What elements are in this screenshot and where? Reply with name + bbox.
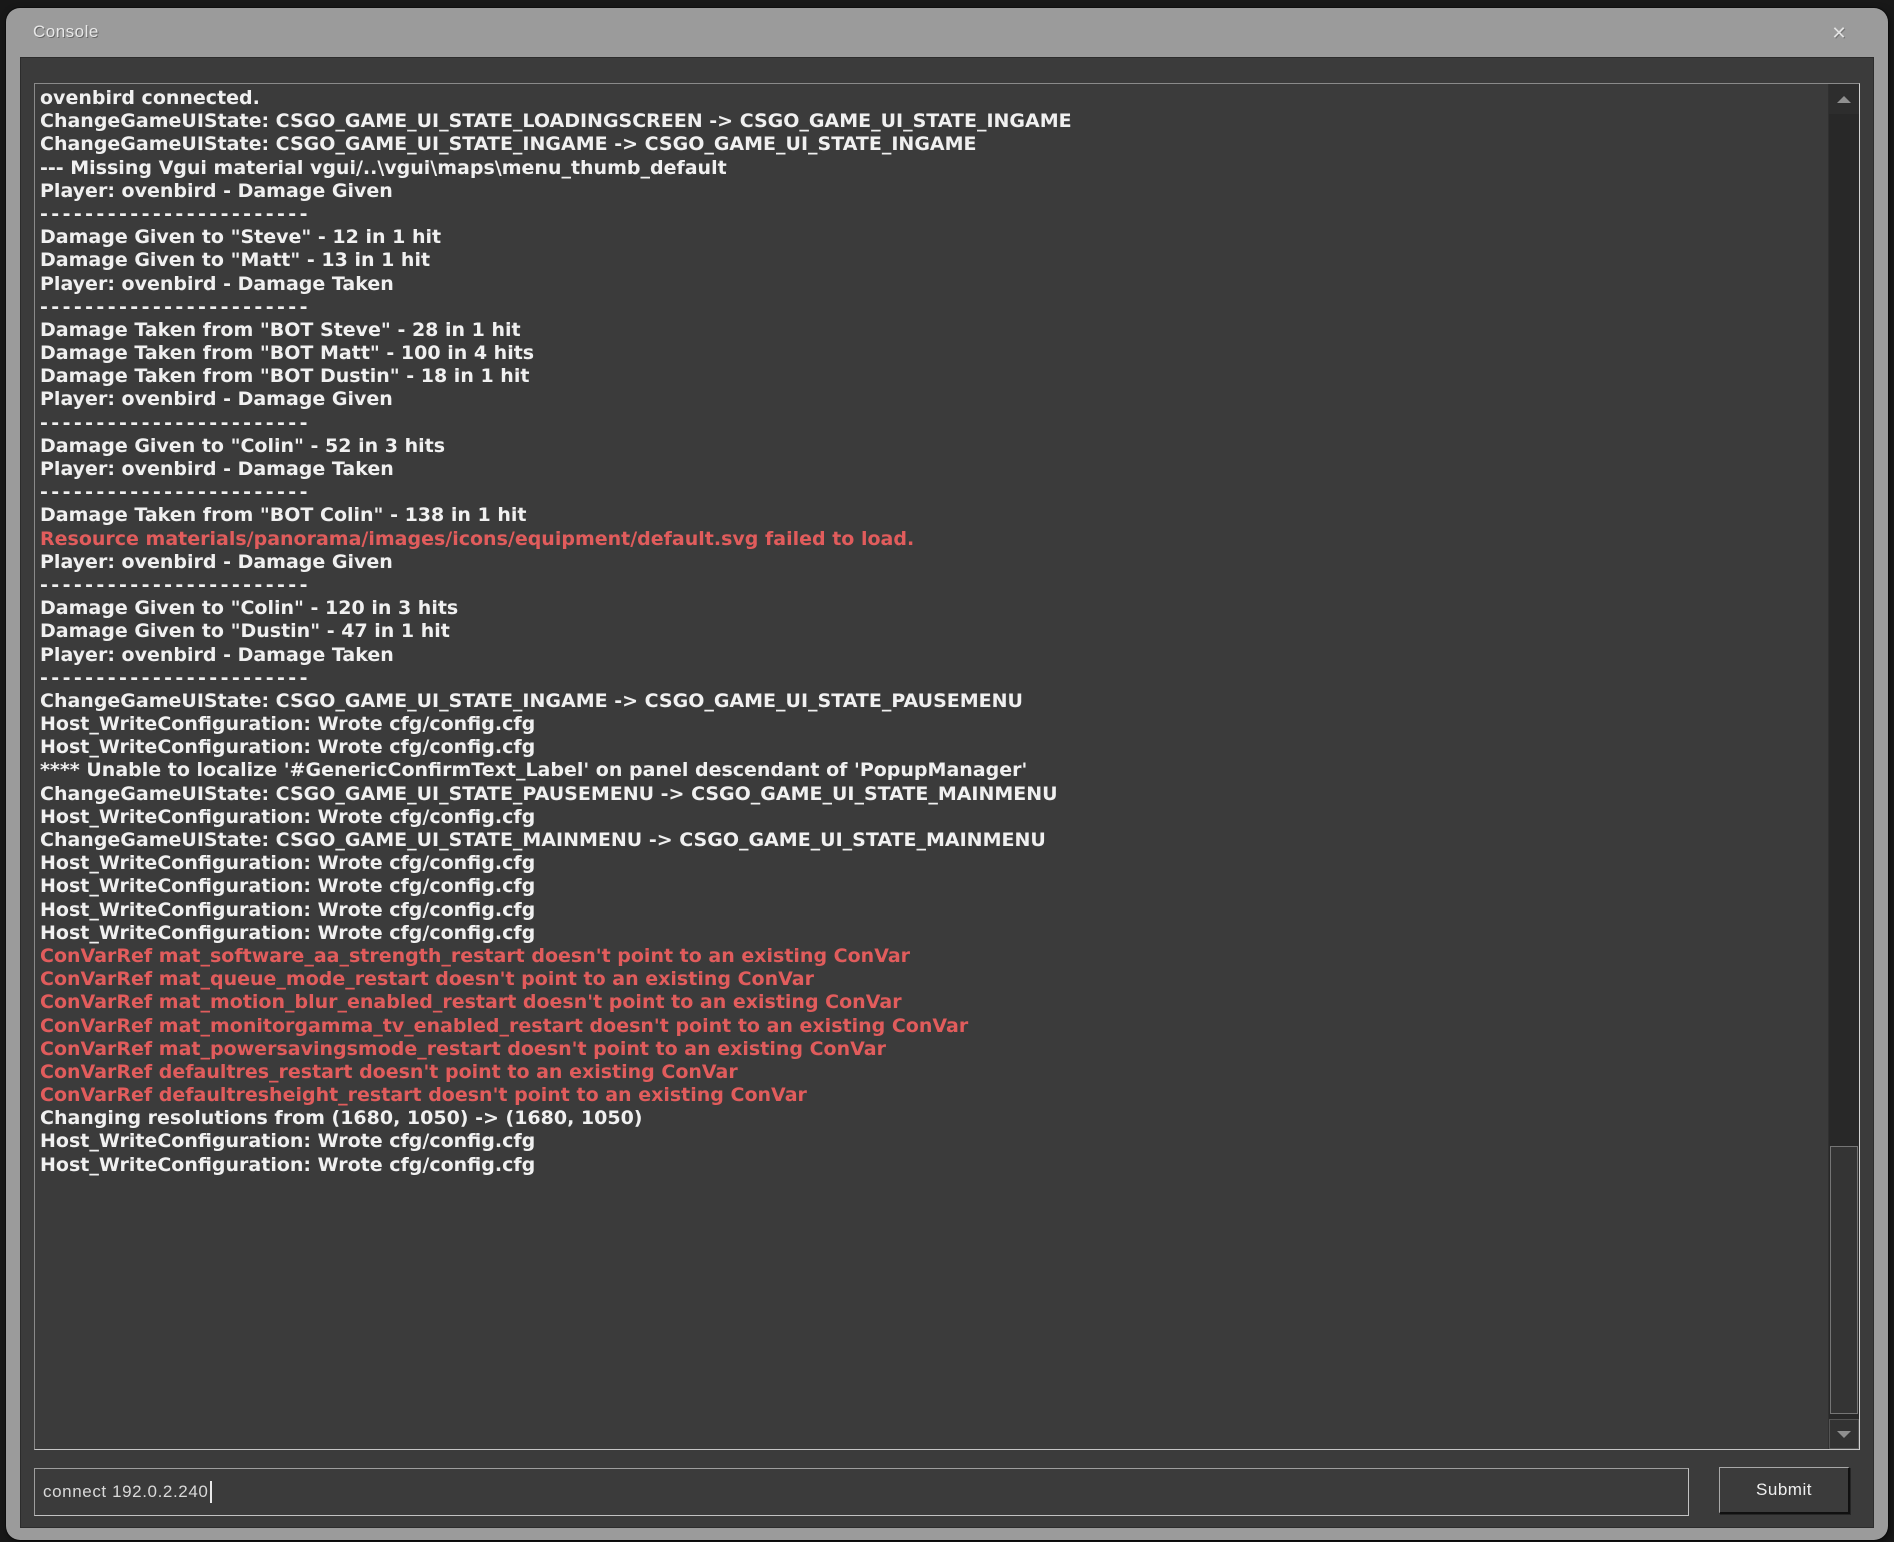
console-panel: ovenbird connected.ChangeGameUIState: CS… <box>20 57 1874 1528</box>
console-line: Host_WriteConfiguration: Wrote cfg/confi… <box>40 875 1828 898</box>
console-line: ConVarRef defaultres_restart doesn't poi… <box>40 1061 1828 1084</box>
console-line: Player: ovenbird - Damage Given <box>40 551 1828 574</box>
console-line: Player: ovenbird - Damage Taken <box>40 458 1828 481</box>
console-line: ConVarRef mat_monitorgamma_tv_enabled_re… <box>40 1015 1828 1038</box>
console-line: Host_WriteConfiguration: Wrote cfg/confi… <box>40 1130 1828 1153</box>
console-line: Damage Taken from "BOT Steve" - 28 in 1 … <box>40 319 1828 342</box>
console-line: Player: ovenbird - Damage Given <box>40 180 1828 203</box>
console-output-lines: ovenbird connected.ChangeGameUIState: CS… <box>35 84 1828 1449</box>
console-line: ------------------------ <box>40 412 1828 435</box>
console-line: Damage Taken from "BOT Matt" - 100 in 4 … <box>40 342 1828 365</box>
console-line: Host_WriteConfiguration: Wrote cfg/confi… <box>40 922 1828 945</box>
console-line: ChangeGameUIState: CSGO_GAME_UI_STATE_MA… <box>40 829 1828 852</box>
console-line: Damage Given to "Colin" - 52 in 3 hits <box>40 435 1828 458</box>
console-line: ConVarRef mat_motion_blur_enabled_restar… <box>40 991 1828 1014</box>
console-line: ------------------------ <box>40 481 1828 504</box>
command-input[interactable]: connect 192.0.2.240 <box>34 1468 1689 1516</box>
console-line: ChangeGameUIState: CSGO_GAME_UI_STATE_PA… <box>40 783 1828 806</box>
window-title: Console <box>33 22 99 42</box>
scroll-up-button[interactable] <box>1829 84 1859 114</box>
console-line: **** Unable to localize '#GenericConfirm… <box>40 759 1828 782</box>
console-line: ConVarRef mat_powersavingsmode_restart d… <box>40 1038 1828 1061</box>
console-line: ------------------------ <box>40 203 1828 226</box>
console-line: ConVarRef mat_software_aa_strength_resta… <box>40 945 1828 968</box>
console-line: ChangeGameUIState: CSGO_GAME_UI_STATE_LO… <box>40 110 1828 133</box>
console-line: ovenbird connected. <box>40 87 1828 110</box>
console-line: Resource materials/panorama/images/icons… <box>40 528 1828 551</box>
console-line: Damage Taken from "BOT Dustin" - 18 in 1… <box>40 365 1828 388</box>
console-window: Console ✕ ovenbird connected.ChangeGameU… <box>6 8 1888 1540</box>
submit-button-label: Submit <box>1756 1480 1812 1500</box>
console-line: ------------------------ <box>40 574 1828 597</box>
arrow-up-icon <box>1837 96 1851 103</box>
console-line: Damage Taken from "BOT Colin" - 138 in 1… <box>40 504 1828 527</box>
console-line: Damage Given to "Steve" - 12 in 1 hit <box>40 226 1828 249</box>
command-input-text: connect 192.0.2.240 <box>43 1482 208 1502</box>
console-line: Host_WriteConfiguration: Wrote cfg/confi… <box>40 852 1828 875</box>
console-line: Damage Given to "Dustin" - 47 in 1 hit <box>40 620 1828 643</box>
console-line: Player: ovenbird - Damage Taken <box>40 273 1828 296</box>
console-line: Host_WriteConfiguration: Wrote cfg/confi… <box>40 806 1828 829</box>
console-line: --- Missing Vgui material vgui/..\vgui\m… <box>40 157 1828 180</box>
console-output[interactable]: ovenbird connected.ChangeGameUIState: CS… <box>34 83 1860 1450</box>
console-line: Host_WriteConfiguration: Wrote cfg/confi… <box>40 713 1828 736</box>
console-line: Host_WriteConfiguration: Wrote cfg/confi… <box>40 1154 1828 1177</box>
console-line: Host_WriteConfiguration: Wrote cfg/confi… <box>40 736 1828 759</box>
console-line: Changing resolutions from (1680, 1050) -… <box>40 1107 1828 1130</box>
console-line: ------------------------ <box>40 296 1828 319</box>
arrow-down-icon <box>1837 1431 1851 1438</box>
submit-button[interactable]: Submit <box>1719 1467 1850 1514</box>
close-icon: ✕ <box>1831 24 1846 42</box>
console-line: Damage Given to "Matt" - 13 in 1 hit <box>40 249 1828 272</box>
console-line: Player: ovenbird - Damage Given <box>40 388 1828 411</box>
console-line: Player: ovenbird - Damage Taken <box>40 644 1828 667</box>
console-line: Host_WriteConfiguration: Wrote cfg/confi… <box>40 899 1828 922</box>
scroll-thumb[interactable] <box>1830 1146 1858 1414</box>
scrollbar[interactable] <box>1828 84 1859 1449</box>
text-caret <box>210 1481 212 1503</box>
console-line: ChangeGameUIState: CSGO_GAME_UI_STATE_IN… <box>40 133 1828 156</box>
console-line: ConVarRef defaultresheight_restart doesn… <box>40 1084 1828 1107</box>
console-line: ChangeGameUIState: CSGO_GAME_UI_STATE_IN… <box>40 690 1828 713</box>
close-button[interactable]: ✕ <box>1826 20 1852 46</box>
console-line: Damage Given to "Colin" - 120 in 3 hits <box>40 597 1828 620</box>
scroll-down-button[interactable] <box>1829 1419 1859 1449</box>
console-line: ------------------------ <box>40 667 1828 690</box>
title-bar[interactable]: Console ✕ <box>6 8 1888 57</box>
console-line: ConVarRef mat_queue_mode_restart doesn't… <box>40 968 1828 991</box>
